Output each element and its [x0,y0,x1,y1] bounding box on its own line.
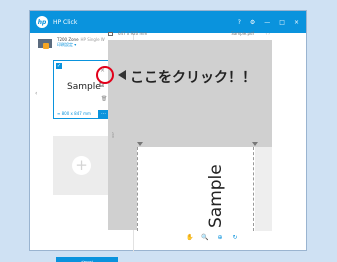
preview-header: 647 x 920 mm Sample.pdf ‹ › [108,31,272,39]
file-thumbnail-text: Sample [67,82,101,92]
zoom-out-icon[interactable]: 🔍 [201,234,209,241]
window-controls: ? ⚙ — □ × [238,19,299,26]
hp-logo: hp [36,16,48,28]
file-size: ≡ 800 x 847 mm [57,111,91,116]
print-settings-dropdown[interactable]: 印刷設定 ▾ [57,42,105,47]
hand-icon[interactable]: ✋ [186,234,194,241]
chevron-left-icon[interactable]: ‹ [35,90,37,97]
paper-margin [255,147,272,231]
paper-size: 647 x 920 mm [118,31,148,36]
trash-icon[interactable]: 🗑 [101,96,107,102]
paper-sheet [137,147,255,231]
margin-guide-left [137,147,138,231]
margin-guide-right [253,147,254,231]
title-bar: hp HP Click ? ⚙ — □ × [30,11,306,33]
help-icon[interactable]: ? [238,19,241,26]
pointer-arrow-icon [118,70,126,80]
next-page-icon[interactable]: › [268,31,270,36]
gear-icon[interactable]: ⚙ [250,19,255,26]
minimize-button[interactable]: — [264,19,270,26]
add-file-tile[interactable]: + [53,136,110,195]
print-button[interactable]: 印刷 [56,257,118,262]
printer-subname: HP Single W [80,37,105,42]
preview-toolbar: ✋ 🔍 ⊕ ↻ [186,234,239,241]
app-title: HP Click [53,18,78,26]
highlight-circle [96,66,114,84]
plus-icon: + [72,156,91,175]
paper-size-icon [108,32,113,36]
margin-marker-right [252,142,258,146]
annotation-text: ここをクリック！！ [130,70,256,86]
preview-sample-text: Sample [206,164,226,228]
page-nav: ‹ › [266,31,271,36]
file-name: Sample.pdf [231,31,254,36]
ruler-label: 647 [110,132,115,138]
rotate-icon[interactable]: ↻ [231,234,239,241]
maximize-button[interactable]: □ [279,19,285,26]
close-button[interactable]: × [294,19,299,26]
file-checkbox[interactable]: ✓ [56,63,62,69]
printer-icon [38,39,52,49]
zoom-in-icon[interactable]: ⊕ [216,234,224,241]
margin-marker-left [137,142,143,146]
prev-page-icon[interactable]: ‹ [266,31,268,36]
